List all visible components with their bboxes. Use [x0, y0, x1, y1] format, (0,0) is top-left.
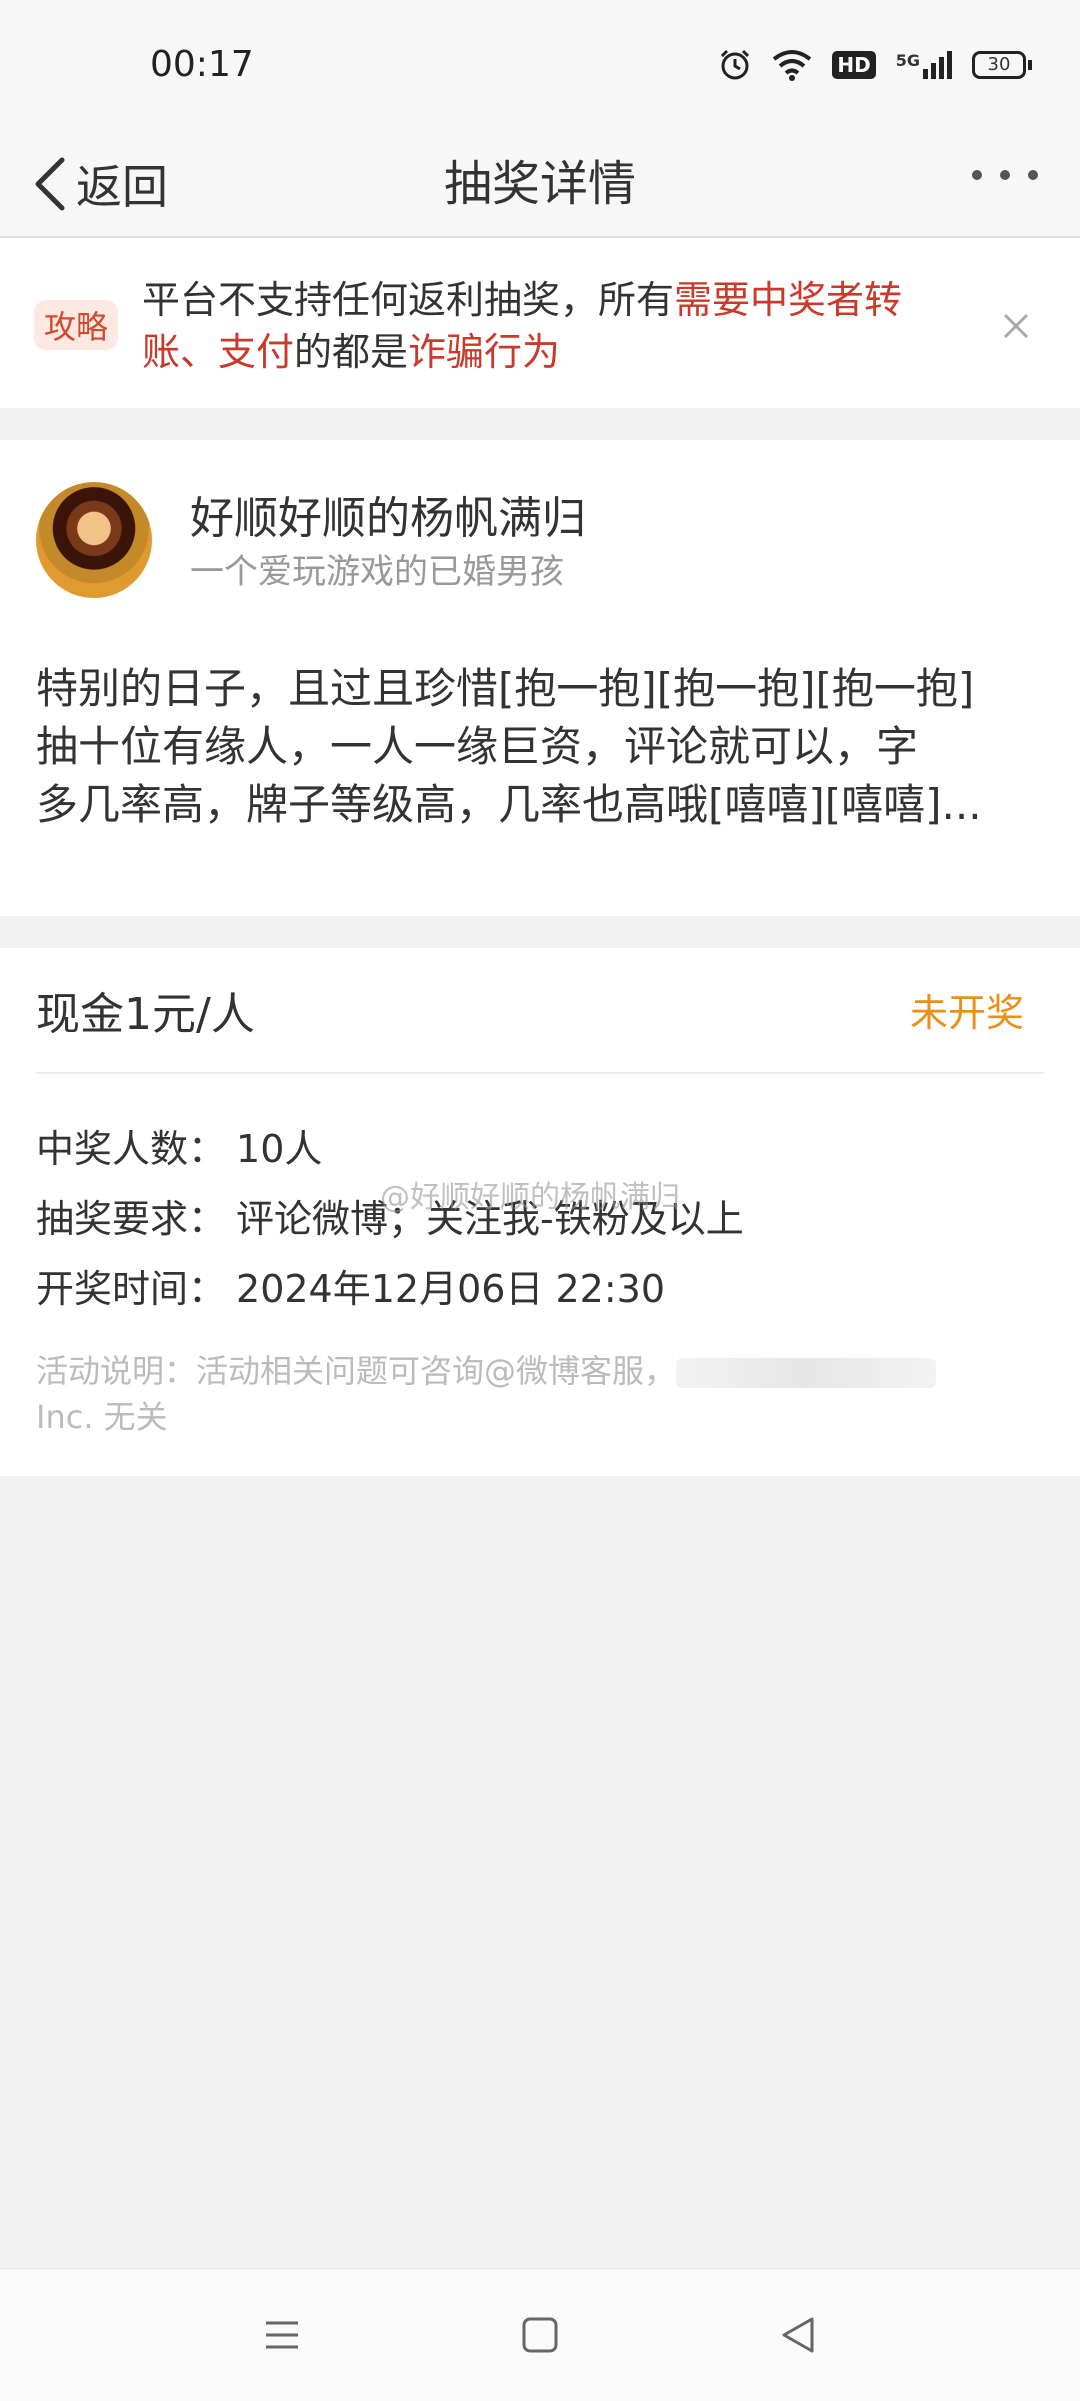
winners-row: 中奖人数： 10人: [36, 1118, 322, 1173]
hd-icon: HD: [832, 51, 876, 79]
close-icon[interactable]: [1002, 312, 1030, 340]
draw-time-value: 2024年12月06日 22:30: [236, 1267, 666, 1311]
notice-banner: 攻略 平台不支持任何返利抽奖，所有需要中奖者转账、支付的都是诈骗行为: [0, 238, 1080, 408]
winners-label: 中奖人数：: [36, 1127, 227, 1171]
status-time: 00:17: [150, 44, 254, 85]
notice-tag: 攻略: [34, 300, 119, 350]
redacted-text: [676, 1358, 937, 1388]
system-nav-bar: [0, 2268, 1080, 2401]
prize-status-badge: 未开奖: [909, 991, 1024, 1035]
user-name[interactable]: 好顺好顺的杨帆满归: [190, 482, 586, 546]
notice-text: 平台不支持任何返利抽奖，所有需要中奖者转账、支付的都是诈骗行为: [142, 274, 962, 378]
menu-icon[interactable]: [262, 2315, 302, 2355]
battery-level: 30: [972, 51, 1026, 79]
back-button[interactable]: 返回: [32, 142, 168, 226]
notice-text-part: 的都是: [294, 330, 409, 374]
avatar[interactable]: [36, 482, 152, 598]
activity-note: 活动说明：活动相关问题可咨询@微博客服， Inc. 无关: [36, 1348, 996, 1440]
back-label: 返回: [76, 160, 168, 214]
notice-text-part: 平台不支持任何返利抽奖，所有: [142, 278, 675, 322]
status-bar: 00:17 HD 5G 30: [0, 0, 1080, 132]
prize-title: 现金1元/人: [36, 989, 255, 1040]
5g-signal-icon: 5G: [896, 51, 952, 79]
home-icon[interactable]: [520, 2315, 560, 2355]
draw-time-label: 开奖时间：: [36, 1267, 227, 1311]
winners-value: 10人: [236, 1127, 323, 1171]
divider: [36, 1072, 1044, 1074]
post-line: 抽十位有缘人，一人一缘巨资，评论就可以，字: [36, 722, 919, 771]
post-card: 好顺好顺的杨帆满归 一个爱玩游戏的已婚男孩 特别的日子，且过且珍惜[抱一抱][抱…: [0, 440, 1080, 916]
notice-highlight: 诈骗行为: [408, 330, 561, 374]
nav-bar: 抽奖详情 返回: [0, 132, 1080, 238]
post-line: 多几率高，牌子等级高，几率也高哦[嘻嘻][嘻嘻]...: [36, 780, 982, 829]
requirement-label: 抽奖要求：: [36, 1197, 227, 1241]
alarm-icon: [721, 49, 750, 80]
more-options-icon[interactable]: [972, 170, 1038, 180]
watermark: @好顺好顺的杨帆满归: [380, 1180, 680, 1215]
user-description: 一个爱玩游戏的已婚男孩: [190, 552, 564, 592]
post-line: 特别的日子，且过且珍惜[抱一抱][抱一抱][抱一抱]: [36, 664, 975, 713]
activity-note-text: 活动说明：活动相关问题可咨询@微博客服，: [36, 1352, 677, 1390]
chevron-left-icon: [35, 157, 65, 211]
back-triangle-icon[interactable]: [778, 2315, 818, 2355]
post-text[interactable]: 特别的日子，且过且珍惜[抱一抱][抱一抱][抱一抱] 抽十位有缘人，一人一缘巨资…: [36, 660, 1046, 834]
status-icons: HD 5G 30: [718, 48, 1032, 82]
network-label: 5G: [895, 51, 920, 70]
draw-time-row: 开奖时间： 2024年12月06日 22:30: [36, 1258, 665, 1313]
wifi-icon: [773, 50, 812, 81]
battery-icon: 30: [972, 51, 1032, 79]
activity-note-text: Inc. 无关: [36, 1398, 168, 1436]
